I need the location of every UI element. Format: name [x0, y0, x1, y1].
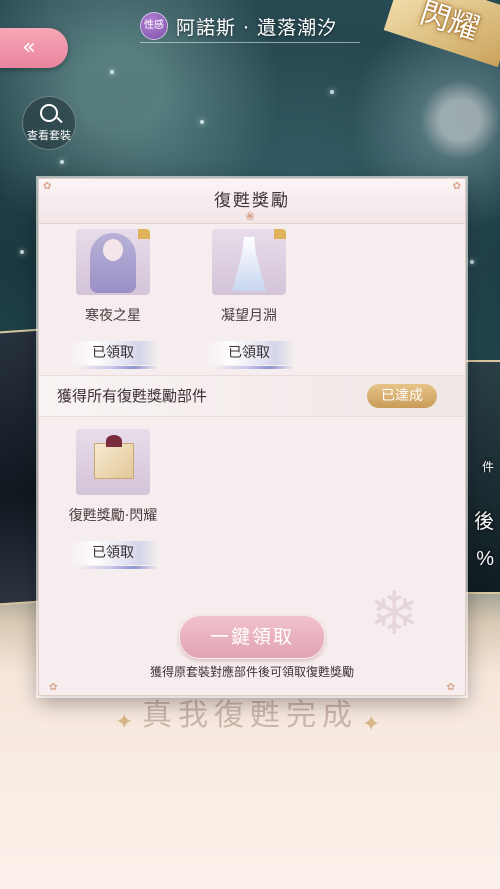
- edge-text: %: [476, 548, 494, 570]
- reward-name: 復甦獎勵·閃耀: [68, 508, 158, 524]
- claim-all-button[interactable]: 一鍵領取: [179, 615, 325, 659]
- sparkle-star-icon: ✦: [362, 712, 381, 737]
- corner-ornament: ✿: [43, 181, 52, 192]
- double-chevron-left-icon: «: [22, 35, 36, 60]
- dress-icon: [212, 229, 286, 295]
- section-title: 獲得所有復甦獎勵部件: [57, 387, 208, 405]
- reward-list: 寒夜之星 已領取 凝望月淵 已領取: [39, 223, 465, 373]
- reward-item[interactable]: 凝望月淵 已領取: [189, 229, 309, 365]
- sparkle: [470, 260, 474, 264]
- revival-reward-dialog: ❄ ❄ ❄ 復甦獎勵 ✿ ✿ ❀ 寒夜之星 已領取 凝望月淵 已領取 獲得所有復…: [38, 177, 466, 696]
- flower-ornament: ❀: [245, 209, 256, 223]
- claimed-status: 已領取: [204, 341, 294, 365]
- back-button[interactable]: «: [0, 28, 68, 68]
- search-icon: [40, 104, 58, 122]
- reward-name: 寒夜之星: [85, 308, 141, 324]
- view-outfit-button[interactable]: 查看套裝: [22, 96, 76, 150]
- outfit-title: 性感 阿諾斯 · 遺落潮汐: [140, 10, 360, 43]
- reward-item[interactable]: 復甦獎勵·閃耀 已領取: [53, 429, 173, 565]
- all-parts-section: 獲得所有復甦獎勵部件 已達成: [39, 375, 465, 417]
- corner-ornament: ✿: [452, 181, 461, 192]
- style-badge: 性感: [140, 12, 168, 40]
- edge-text: 件: [481, 460, 494, 474]
- corner-ornament: ✿: [49, 682, 58, 693]
- hair-icon: [76, 229, 150, 295]
- sparkle: [20, 250, 24, 254]
- sparkle: [330, 90, 334, 94]
- claimed-status: 已領取: [68, 341, 158, 365]
- sparkle: [200, 120, 204, 124]
- achieved-badge: 已達成: [367, 384, 437, 408]
- corner-ornament: ✿: [446, 682, 455, 693]
- left-outfit-card: [0, 328, 40, 606]
- reward-item[interactable]: 寒夜之星 已領取: [53, 229, 173, 365]
- completion-caption: 真我復甦完成: [142, 698, 358, 733]
- claimed-status: 已領取: [68, 541, 158, 565]
- header: « 性感 阿諾斯 · 遺落潮汐 閃耀: [0, 0, 500, 68]
- page-title: 阿諾斯 · 遺落潮汐: [176, 16, 338, 39]
- gift-box-icon: [76, 429, 150, 495]
- snowflake-decoration: ❄: [369, 579, 420, 649]
- sparkle: [110, 70, 114, 74]
- sparkle: [60, 160, 64, 164]
- reward-name: 凝望月淵: [221, 308, 277, 324]
- view-outfit-label: 查看套裝: [27, 129, 71, 142]
- edge-text: 後: [474, 511, 494, 533]
- sparkle-star-icon: ✦: [115, 710, 134, 735]
- claim-hint: 獲得原套裝對應部件後可領取復甦獎勵: [149, 665, 354, 679]
